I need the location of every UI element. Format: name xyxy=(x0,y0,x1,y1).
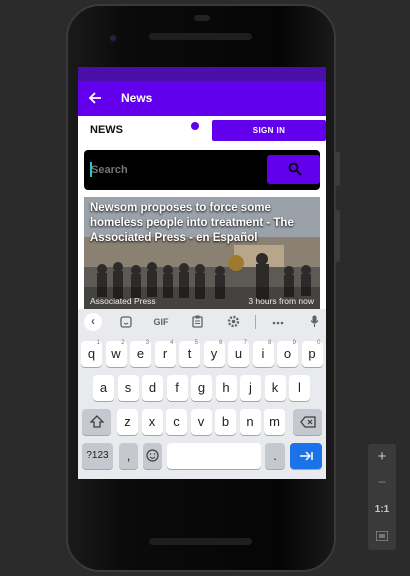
key-label: e xyxy=(136,346,145,361)
clipboard-icon[interactable] xyxy=(189,314,205,330)
key-label: i xyxy=(261,346,265,361)
key-n[interactable]: n xyxy=(239,409,261,435)
key-d[interactable]: d xyxy=(142,375,163,401)
key-j[interactable]: j xyxy=(240,375,261,401)
numbers-key[interactable]: ?123 xyxy=(82,443,113,469)
backspace-key[interactable] xyxy=(293,409,322,435)
section-label: NEWS xyxy=(90,124,123,136)
key-z[interactable]: z xyxy=(117,409,138,435)
arrow-left-icon[interactable] xyxy=(88,89,104,107)
key-hint: 8 xyxy=(268,340,272,346)
status-bar xyxy=(78,67,326,81)
key-label: t xyxy=(187,346,192,361)
search-icon xyxy=(288,162,302,176)
comma-key[interactable]: , xyxy=(119,443,138,469)
zoom-out-button[interactable]: − xyxy=(368,474,396,491)
news-header: NEWS SIGN IN xyxy=(78,116,326,146)
indicator-dot xyxy=(191,122,199,130)
soft-keyboard: ‹ GIF q1w2e3r4t5y6u7i8o9p0 asdfghjkl z x… xyxy=(78,309,326,479)
key-i[interactable]: i8 xyxy=(252,340,274,367)
key-hint: 5 xyxy=(194,340,198,346)
key-l[interactable]: l xyxy=(289,375,310,401)
space-key[interactable] xyxy=(167,443,261,469)
key-label: y xyxy=(210,346,218,361)
front-camera xyxy=(108,33,118,43)
news-article-card[interactable]: Newsom proposes to force some homeless p… xyxy=(84,197,320,309)
key-o[interactable]: o9 xyxy=(277,340,298,367)
gif-button[interactable]: GIF xyxy=(150,314,172,330)
key-hint: 7 xyxy=(243,340,247,346)
key-hint: 2 xyxy=(121,340,125,346)
key-x[interactable]: x xyxy=(141,409,163,435)
backspace-icon xyxy=(299,416,316,428)
key-label: o xyxy=(283,346,292,361)
emoji-key[interactable] xyxy=(143,443,162,469)
key-s[interactable]: s xyxy=(117,375,139,401)
key-hint: 1 xyxy=(96,340,100,346)
key-hint: 6 xyxy=(219,340,223,346)
key-e[interactable]: e3 xyxy=(130,340,151,367)
keyboard-toolbar: ‹ GIF xyxy=(78,309,326,335)
enter-key[interactable] xyxy=(290,443,322,469)
device-screen: News NEWS SIGN IN Search Newsom proposes… xyxy=(78,67,326,479)
search-button[interactable] xyxy=(267,155,320,184)
key-w[interactable]: w2 xyxy=(105,340,127,367)
article-time: 3 hours from now xyxy=(248,296,314,306)
key-hint: 9 xyxy=(292,340,296,346)
key-p[interactable]: p0 xyxy=(301,340,323,367)
article-headline: Newsom proposes to force some homeless p… xyxy=(90,202,294,244)
key-q[interactable]: q1 xyxy=(81,340,102,367)
gear-icon[interactable] xyxy=(225,314,241,330)
period-key[interactable]: . xyxy=(265,443,285,469)
top-speaker xyxy=(149,33,252,40)
volume-button xyxy=(334,210,340,262)
key-b[interactable]: b xyxy=(215,409,236,435)
shift-key[interactable] xyxy=(82,409,111,435)
bottom-speaker xyxy=(149,538,252,545)
chevron-left-icon[interactable]: ‹ xyxy=(84,313,102,331)
text-caret xyxy=(90,162,92,177)
emulator-zoom-panel: + − 1:1 xyxy=(368,444,396,550)
app-bar: News xyxy=(78,81,326,116)
key-a[interactable]: a xyxy=(93,375,114,401)
key-hint: 3 xyxy=(145,340,149,346)
shift-icon xyxy=(88,415,105,428)
key-t[interactable]: t5 xyxy=(179,340,200,367)
fit-screen-icon[interactable] xyxy=(368,528,396,545)
sign-in-button[interactable]: SIGN IN xyxy=(212,120,326,141)
key-u[interactable]: u7 xyxy=(228,340,249,367)
search-input[interactable] xyxy=(88,156,268,184)
key-m[interactable]: m xyxy=(264,409,285,435)
key-k[interactable]: k xyxy=(264,375,286,401)
key-r[interactable]: r4 xyxy=(154,340,176,367)
zoom-in-button[interactable]: + xyxy=(368,448,396,465)
emoji-icon xyxy=(146,449,159,462)
key-label: q xyxy=(87,346,96,361)
key-hint: 4 xyxy=(170,340,174,346)
toolbar-divider xyxy=(255,315,256,329)
more-icon[interactable] xyxy=(270,314,286,330)
sticker-icon[interactable] xyxy=(118,314,134,330)
power-button xyxy=(334,152,340,186)
enter-arrow-icon xyxy=(300,451,313,461)
search-bar xyxy=(84,150,320,190)
app-title: News xyxy=(121,91,153,105)
key-g[interactable]: g xyxy=(191,375,212,401)
key-label: r xyxy=(162,346,168,361)
earpiece xyxy=(194,15,210,21)
actual-size-button[interactable]: 1:1 xyxy=(368,504,396,515)
key-label: u xyxy=(234,346,243,361)
key-v[interactable]: v xyxy=(190,409,212,435)
article-source: Associated Press xyxy=(90,296,156,306)
key-h[interactable]: h xyxy=(215,375,237,401)
key-label: w xyxy=(111,346,121,361)
key-f[interactable]: f xyxy=(166,375,188,401)
mic-icon[interactable] xyxy=(307,314,321,330)
key-label: p xyxy=(308,346,316,361)
key-y[interactable]: y6 xyxy=(203,340,225,367)
key-hint: 0 xyxy=(317,340,321,346)
key-c[interactable]: c xyxy=(166,409,187,435)
